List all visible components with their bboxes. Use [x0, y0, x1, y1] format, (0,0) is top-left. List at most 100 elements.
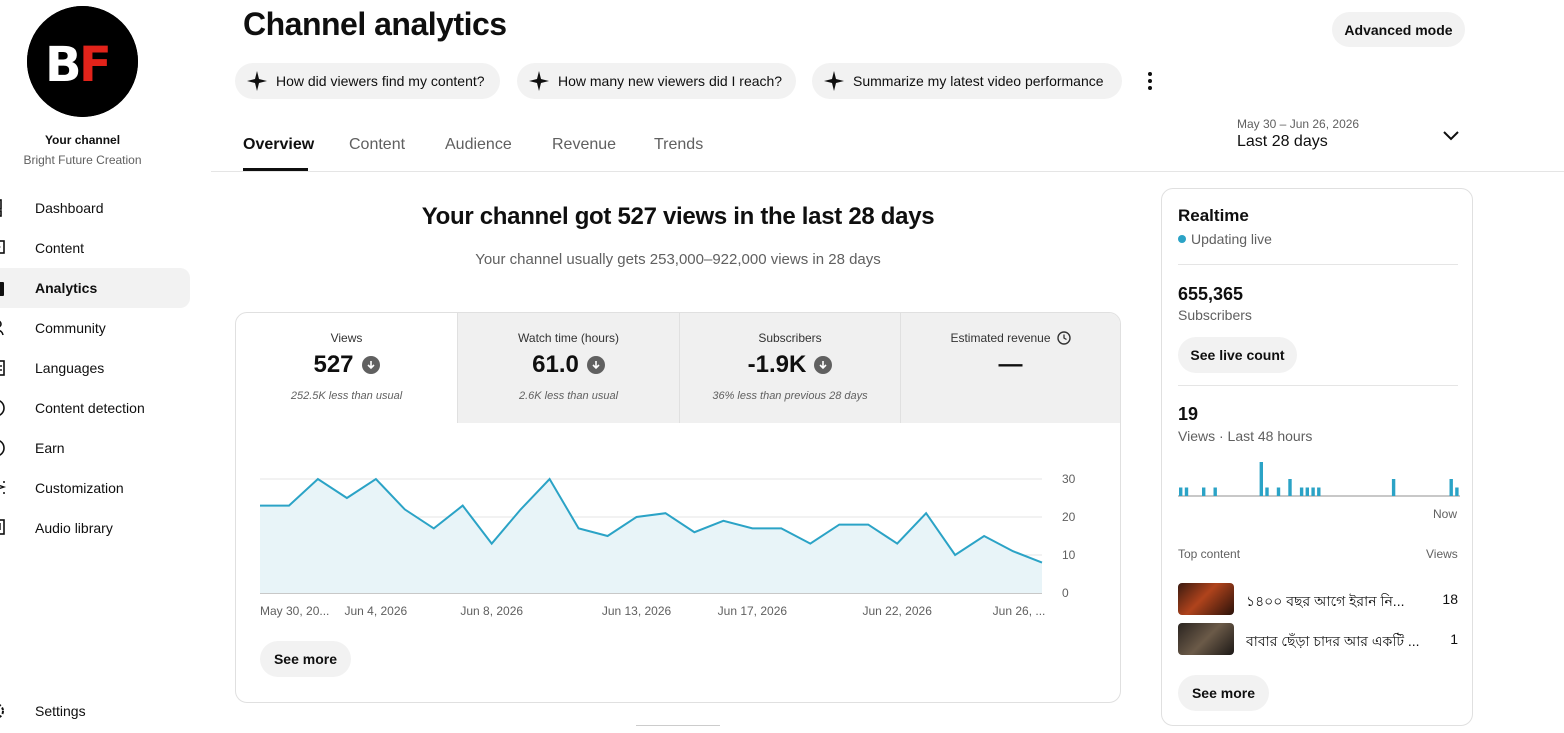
tab-revenue[interactable]: Revenue — [552, 136, 616, 154]
audio-library-icon — [0, 518, 35, 538]
gear-icon — [0, 701, 35, 721]
divider — [1178, 385, 1458, 386]
dashboard-icon — [0, 198, 35, 218]
top-content-row[interactable]: বাবার ছেঁড়া চাদর আর একটি ... 1 — [1178, 623, 1458, 655]
video-views: 18 — [1442, 591, 1458, 607]
date-range[interactable]: May 30 – Jun 26, 2026 — [1237, 117, 1359, 131]
top-content-row[interactable]: ১৪০০ বছর আগে ইরান নি... 18 — [1178, 583, 1458, 615]
realtime-bar — [1305, 487, 1309, 496]
overview-subline: Your channel usually gets 253,000–922,00… — [475, 251, 881, 268]
x-tick-label: Jun 26, ... — [993, 604, 1046, 618]
arrow-down-icon — [814, 356, 833, 374]
clock-icon — [1056, 331, 1071, 345]
sidebar-item-settings[interactable]: Settings — [0, 691, 190, 731]
video-title: ১৪০০ বছর আগে ইরান নি... — [1246, 593, 1405, 609]
realtime-bar — [1179, 487, 1183, 496]
tab-trends[interactable]: Trends — [654, 136, 703, 154]
sidebar-item-content-detection[interactable]: Content detection — [0, 388, 190, 428]
realtime-bar — [1449, 479, 1453, 496]
realtime-views-bar-chart — [1178, 462, 1460, 497]
realtime-views-label: Views · Last 48 hours — [1178, 428, 1313, 444]
x-tick-label: Jun 17, 2026 — [718, 604, 788, 618]
x-tick-label: Jun 22, 2026 — [862, 604, 932, 618]
scroll-indicator — [636, 725, 720, 726]
realtime-bar — [1213, 487, 1217, 496]
tab-overview[interactable]: Overview — [243, 136, 314, 154]
sidebar-item-label: Audio library — [35, 520, 113, 536]
realtime-title: Realtime — [1178, 206, 1249, 225]
metric-tab-estimated-revenue[interactable]: Estimated revenue — — [900, 313, 1120, 423]
see-live-count-button[interactable]: See live count — [1178, 337, 1297, 373]
video-title: বাবার ছেঁড়া চাদর আর একটি ... — [1246, 633, 1420, 649]
x-tick-label: Jun 13, 2026 — [602, 604, 672, 618]
sidebar-item-label: Community — [35, 320, 106, 336]
customization-icon — [0, 478, 35, 498]
community-icon — [0, 318, 35, 338]
metric-value: 527 — [313, 351, 354, 378]
metric-label: Views — [330, 331, 363, 345]
see-more-top-content-button[interactable]: See more — [1178, 675, 1269, 711]
channel-logo: B F — [27, 6, 138, 117]
sidebar-item-analytics[interactable]: Analytics — [0, 268, 190, 308]
sparkle-icon — [247, 71, 267, 91]
sidebar-item-label: Earn — [35, 440, 65, 456]
channel-name: Bright Future Creation — [23, 153, 142, 167]
subscriber-count: 655,365 — [1178, 284, 1244, 304]
page-title: Channel analytics — [243, 6, 507, 42]
sidebar-item-languages[interactable]: Languages — [0, 348, 190, 388]
content-icon — [0, 238, 35, 258]
channel-avatar[interactable]: B F — [27, 6, 138, 117]
views-line-chart: 0 10 20 30 May 30, 20... Jun 4, 2026 Jun 8, 20… — [260, 472, 1076, 618]
tab-audience[interactable]: Audience — [445, 136, 512, 154]
x-tick-label: May 30, 20... — [260, 604, 329, 618]
sidebar-item-audio-library[interactable]: Audio library — [0, 508, 190, 548]
more-options-icon[interactable] — [1142, 70, 1158, 92]
sparkle-icon — [824, 71, 844, 91]
metric-value: 61.0 — [532, 351, 579, 378]
realtime-bar — [1202, 487, 1206, 496]
x-tick-label: Jun 4, 2026 — [344, 604, 407, 618]
prompt-chip-label: How did viewers find my content? — [276, 73, 485, 89]
see-more-button[interactable]: See more — [260, 641, 351, 677]
prompt-chip-label: How many new viewers did I reach? — [558, 73, 783, 89]
advanced-mode-button[interactable]: Advanced mode — [1332, 12, 1465, 47]
sidebar-item-earn[interactable]: $ Earn — [0, 428, 190, 468]
metric-tab-views[interactable]: Views 527 252.5K less than usual — [236, 313, 457, 423]
sidebar-item-label: Content — [35, 240, 85, 256]
x-tick-label: Jun 8, 2026 — [460, 604, 523, 618]
realtime-bar — [1276, 487, 1281, 496]
sidebar-item-content[interactable]: Content — [0, 228, 190, 268]
sidebar-item-customization[interactable]: Customization — [0, 468, 190, 508]
realtime-bar — [1265, 487, 1269, 496]
analytics-icon — [0, 278, 35, 298]
metric-value: — — [998, 351, 1023, 378]
sidebar-item-community[interactable]: Community — [0, 308, 190, 348]
realtime-views-count: 19 — [1178, 404, 1199, 424]
realtime-status: Updating live — [1178, 231, 1272, 247]
chevron-down-icon[interactable] — [1442, 129, 1460, 143]
header-divider — [211, 171, 1564, 172]
realtime-status-label: Updating live — [1191, 231, 1272, 247]
live-dot-icon — [1178, 235, 1186, 243]
date-period-label[interactable]: Last 28 days — [1237, 133, 1328, 151]
sidebar-item-label: Settings — [35, 703, 86, 719]
metrics-card: Views 527 252.5K less than usual Watch t… — [235, 312, 1121, 703]
video-thumbnail — [1178, 583, 1234, 615]
metric-tab-subscribers[interactable]: Subscribers -1.9K 36% less than previous… — [679, 313, 900, 423]
realtime-bar — [1317, 487, 1321, 496]
video-views: 1 — [1450, 631, 1458, 647]
metric-note: 2.6K less than usual — [518, 390, 619, 402]
top-content-label: Top content — [1178, 547, 1241, 561]
prompt-chip-viewers-find[interactable]: How did viewers find my content? — [235, 63, 500, 99]
svg-text:B: B — [45, 37, 82, 93]
sidebar-item-label: Analytics — [35, 280, 98, 296]
tab-content[interactable]: Content — [349, 136, 405, 154]
now-label: Now — [1433, 507, 1458, 521]
divider — [1178, 264, 1458, 265]
prompt-chip-summarize[interactable]: Summarize my latest video performance — [812, 63, 1122, 99]
sidebar-item-dashboard[interactable]: Dashboard — [0, 188, 190, 228]
realtime-card: Realtime Updating live 655,365 Subscribe… — [1161, 188, 1473, 726]
prompt-chip-new-viewers[interactable]: How many new viewers did I reach? — [517, 63, 796, 99]
metric-note: 36% less than previous 28 days — [712, 390, 868, 402]
metric-tab-watch-time[interactable]: Watch time (hours) 61.0 2.6K less than u… — [457, 313, 679, 423]
